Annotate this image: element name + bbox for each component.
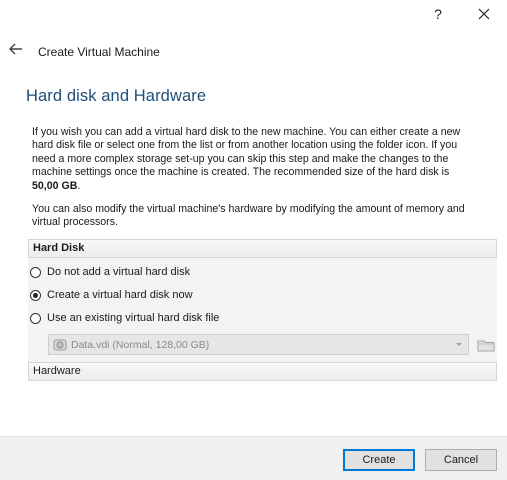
- radio-button[interactable]: [30, 266, 41, 278]
- close-button[interactable]: [470, 2, 498, 26]
- description-paragraph-2: You can also modify the virtual machine'…: [32, 203, 465, 229]
- hardware-section-header[interactable]: Hardware: [28, 362, 497, 381]
- existing-disk-value: Data.vdi (Normal, 128,00 GB): [71, 338, 210, 351]
- back-button[interactable]: [8, 42, 26, 58]
- chevron-down-icon: [456, 343, 462, 346]
- folder-icon: [477, 340, 495, 351]
- radio-label: Use an existing virtual hard disk file: [47, 312, 220, 324]
- choose-disk-file-button[interactable]: [475, 334, 497, 355]
- hard-disk-icon: [53, 339, 67, 350]
- radio-create-hard-disk[interactable]: Create a virtual hard disk now: [30, 287, 193, 303]
- cancel-button[interactable]: Cancel: [425, 449, 497, 471]
- radio-label: Create a virtual hard disk now: [47, 289, 193, 301]
- radio-button-selected[interactable]: [30, 289, 41, 301]
- hard-disk-section-header[interactable]: Hard Disk: [28, 239, 497, 258]
- wizard-title: Create Virtual Machine: [38, 45, 160, 59]
- create-button[interactable]: Create: [343, 449, 415, 471]
- radio-button[interactable]: [30, 312, 41, 324]
- help-button[interactable]: ?: [426, 2, 450, 26]
- recommended-size: 50,00 GB: [32, 179, 78, 192]
- back-arrow-icon: [9, 43, 22, 55]
- close-icon: [478, 8, 490, 20]
- radio-label: Do not add a virtual hard disk: [47, 266, 191, 278]
- radio-use-existing-disk[interactable]: Use an existing virtual hard disk file: [30, 310, 219, 326]
- radio-no-hard-disk[interactable]: Do not add a virtual hard disk: [30, 264, 190, 280]
- existing-disk-select[interactable]: Data.vdi (Normal, 128,00 GB): [48, 334, 469, 355]
- page-heading: Hard disk and Hardware: [26, 87, 207, 105]
- description-paragraph-1: If you wish you can add a virtual hard d…: [32, 126, 461, 192]
